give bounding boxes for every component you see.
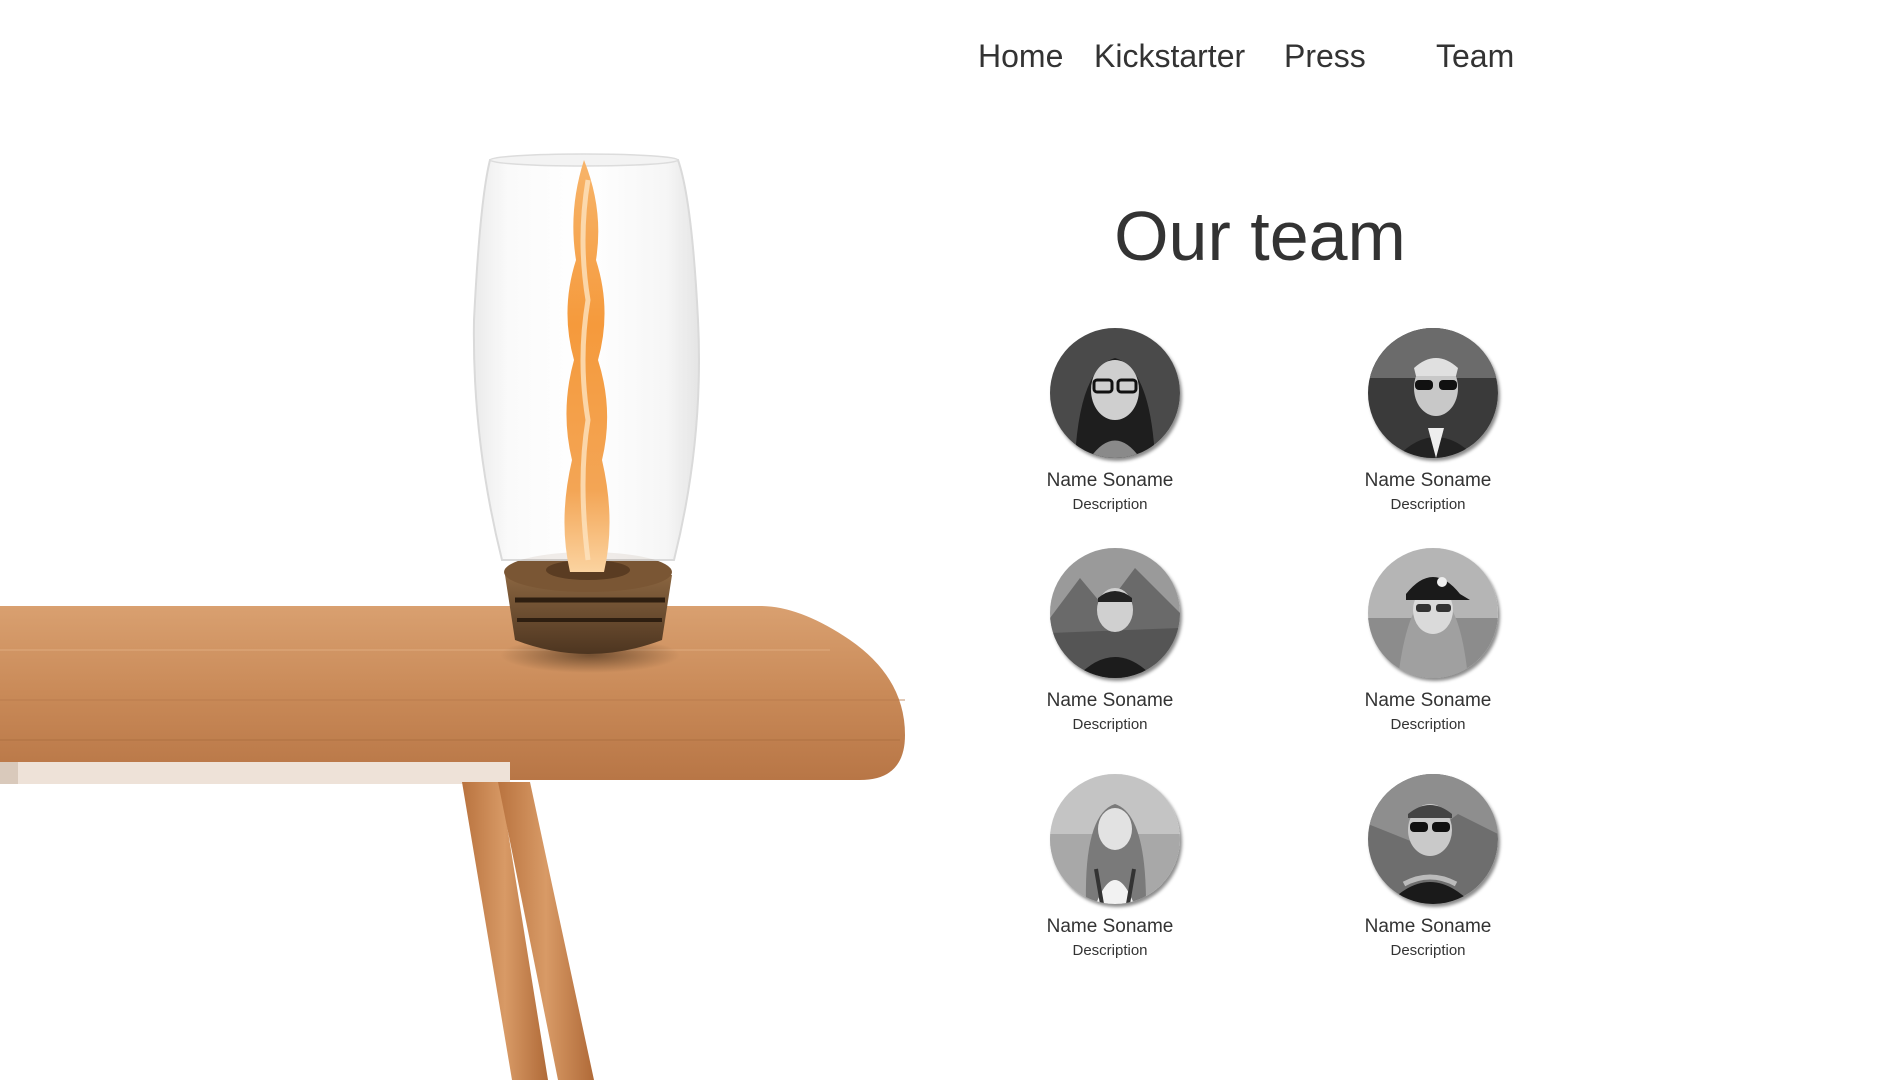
woman-with-cap-portrait-icon (1368, 548, 1498, 678)
man-with-sunglasses-outdoor-portrait-icon (1368, 774, 1498, 904)
team-member-name: Name Soname (1046, 916, 1174, 937)
nav-home-link[interactable]: Home (978, 38, 1063, 75)
team-member-description: Description (1072, 496, 1148, 513)
nav-press-link[interactable]: Press (1284, 38, 1366, 75)
team-member-name: Name Soname (1364, 916, 1492, 937)
man-mountain-background-portrait-icon (1050, 548, 1180, 678)
team-member-description: Description (1390, 716, 1466, 733)
team-member-name: Name Soname (1364, 470, 1492, 491)
main-navigation: Home Kickstarter Press Team (0, 38, 1900, 88)
fire-lamp-on-table-image (0, 153, 905, 1080)
man-with-sunglasses-portrait-icon (1368, 328, 1498, 458)
team-member-avatar[interactable] (1050, 774, 1180, 904)
team-member-name: Name Soname (1046, 470, 1174, 491)
nav-kickstarter-link[interactable]: Kickstarter (1094, 38, 1245, 75)
woman-long-hair-portrait-icon (1050, 774, 1180, 904)
team-member-description: Description (1390, 496, 1466, 513)
team-member-avatar[interactable] (1050, 328, 1180, 458)
team-member-description: Description (1072, 716, 1148, 733)
woman-with-glasses-portrait-icon (1050, 328, 1180, 458)
team-member-avatar[interactable] (1368, 774, 1498, 904)
team-member-name: Name Soname (1364, 690, 1492, 711)
page-title: Our team (1114, 197, 1406, 275)
team-member-avatar[interactable] (1368, 548, 1498, 678)
team-member-avatar[interactable] (1368, 328, 1498, 458)
team-member-name: Name Soname (1046, 690, 1174, 711)
nav-team-link[interactable]: Team (1436, 38, 1514, 75)
team-member-description: Description (1390, 942, 1466, 959)
team-member-description: Description (1072, 942, 1148, 959)
team-member-avatar[interactable] (1050, 548, 1180, 678)
